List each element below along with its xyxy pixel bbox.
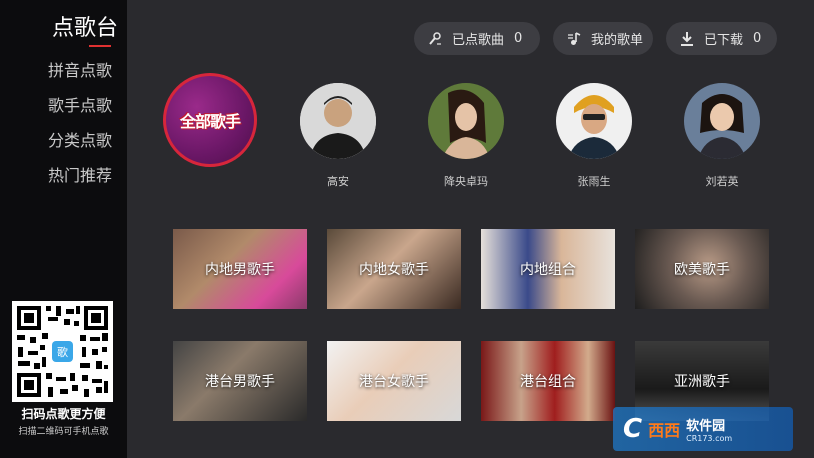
category-label: 亚洲歌手 [674, 374, 730, 390]
category-tile[interactable]: 内地女歌手 [327, 229, 461, 309]
sidebar-item-hot[interactable]: 热门推荐 [0, 162, 112, 186]
svg-text:歌: 歌 [57, 345, 68, 359]
sidebar-item-singer[interactable]: 歌手点歌 [0, 92, 112, 116]
sidebar: 点歌台 拼音点歌 歌手点歌 分类点歌 热门推荐 歌 扫码点歌更方便 扫描二维码可… [0, 0, 127, 458]
watermark-domain: CR173.com [686, 434, 733, 443]
my-playlist-label: 我的歌单 [591, 33, 644, 48]
category-tile[interactable]: 内地男歌手 [173, 229, 307, 309]
singer-card[interactable]: 刘若英 [682, 83, 762, 189]
singer-avatar [300, 83, 376, 159]
category-label: 内地女歌手 [359, 262, 429, 278]
downloaded-count: 0 [753, 31, 762, 46]
mic-icon [422, 29, 448, 49]
singer-name: 降央卓玛 [444, 175, 488, 188]
singer-avatar [556, 83, 632, 159]
singer-card[interactable]: 张雨生 [554, 83, 634, 189]
all-singers-label: 全部歌手 [179, 112, 241, 131]
singer-card[interactable]: 高安 [298, 83, 378, 189]
downloaded-button[interactable]: 已下载 0 [666, 22, 777, 55]
music-note-icon [561, 29, 587, 49]
singer-avatar [684, 83, 760, 159]
category-tile[interactable]: 欧美歌手 [635, 229, 769, 309]
singer-name: 高安 [327, 175, 349, 188]
qr-code: 歌 [12, 301, 113, 402]
category-tile[interactable]: 港台组合 [481, 341, 615, 421]
ordered-songs-label: 已点歌曲 [452, 33, 505, 48]
category-label: 港台组合 [520, 374, 576, 390]
title-underline [89, 45, 111, 47]
site-watermark: C 西西 软件园 CR173.com [613, 407, 793, 451]
singer-name: 刘若英 [705, 175, 739, 188]
watermark-logo: C [623, 414, 643, 444]
category-tile[interactable]: 内地组合 [481, 229, 615, 309]
my-playlist-button[interactable]: 我的歌单 [553, 22, 653, 55]
category-label: 港台男歌手 [205, 374, 275, 390]
sidebar-title: 点歌台 [51, 16, 118, 41]
singer-avatar [428, 83, 504, 159]
sidebar-item-pinyin[interactable]: 拼音点歌 [0, 57, 112, 81]
category-tile[interactable]: 港台男歌手 [173, 341, 307, 421]
category-label: 内地男歌手 [205, 262, 275, 278]
sidebar-item-category[interactable]: 分类点歌 [0, 127, 112, 151]
category-label: 欧美歌手 [674, 262, 730, 278]
all-singers-button[interactable]: 全部歌手 [163, 73, 257, 167]
category-tile[interactable]: 港台女歌手 [327, 341, 461, 421]
downloaded-label: 已下载 [704, 33, 744, 48]
category-label: 港台女歌手 [359, 374, 429, 390]
ordered-songs-count: 0 [514, 31, 523, 46]
singer-name: 张雨生 [577, 175, 611, 188]
qr-caption: 扫码点歌更方便 [21, 407, 106, 421]
watermark-mid: 西西 [648, 421, 681, 440]
watermark-name: 软件园 [686, 419, 726, 434]
ordered-songs-button[interactable]: 已点歌曲 0 [414, 22, 540, 55]
singer-card[interactable]: 降央卓玛 [426, 83, 506, 189]
qr-subcaption: 扫描二维码可手机点歌 [18, 427, 109, 437]
category-label: 内地组合 [520, 262, 576, 278]
download-icon [674, 29, 700, 49]
